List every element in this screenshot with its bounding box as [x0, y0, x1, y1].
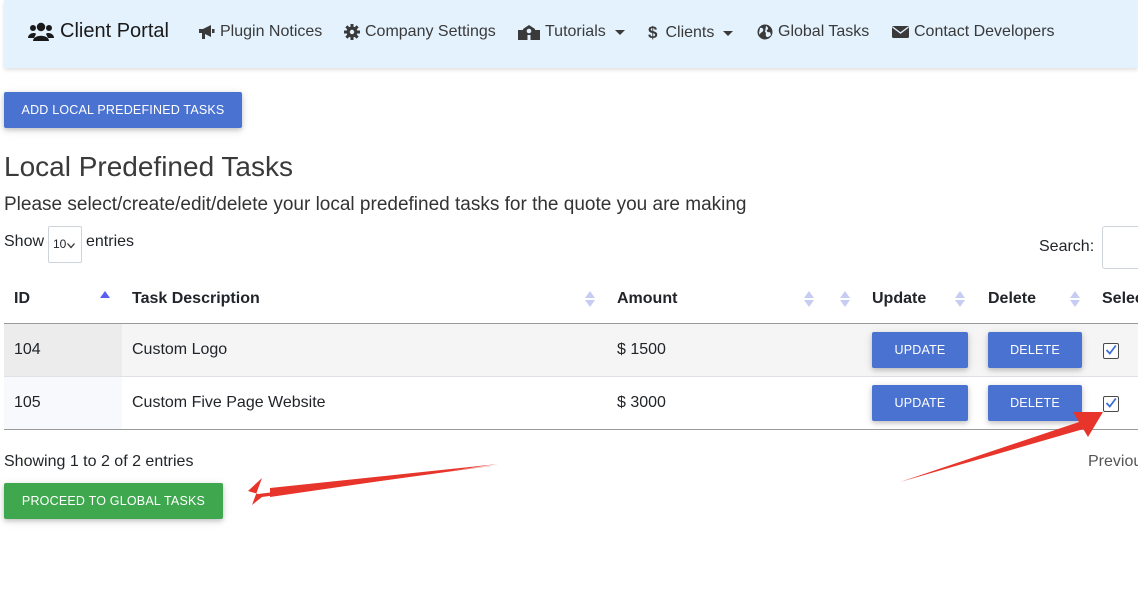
table-row: 104 Custom Logo $ 1500 UPDATE DELETE [4, 324, 1138, 377]
nav-label: Plugin Notices [220, 23, 323, 40]
chevron-down-icon [723, 30, 734, 36]
brand-label: Client Portal [60, 20, 169, 42]
row-id: 104 [14, 341, 41, 358]
column-header-update[interactable]: Update [872, 290, 926, 308]
delete-button[interactable]: DELETE [988, 385, 1082, 421]
table-info: Showing 1 to 2 of 2 entries [4, 453, 194, 470]
row-id: 105 [14, 394, 41, 411]
chevron-down-icon [67, 243, 75, 249]
proceed-to-global-tasks-button[interactable]: PROCEED TO GLOBAL TASKS [4, 483, 223, 519]
nav-tutorials-dropdown[interactable]: Tutorials [518, 23, 625, 41]
annotation-arrow-to-proceed-button [248, 464, 498, 505]
entries-length-value: 10 [53, 237, 67, 251]
delete-button[interactable]: DELETE [988, 332, 1082, 368]
page-subtitle: Please select/create/edit/delete your lo… [4, 194, 747, 215]
nav-label: Clients [665, 24, 715, 41]
add-local-predefined-tasks-button[interactable]: ADD LOCAL PREDEFINED TASKS [4, 92, 242, 128]
previous-page-button[interactable]: Previous [1088, 453, 1138, 471]
globe-icon [757, 24, 773, 40]
row-description: Custom Logo [132, 341, 228, 358]
checkmark-icon [1105, 344, 1117, 355]
search-label: Search: [1039, 238, 1095, 255]
sort-icon[interactable] [585, 291, 595, 309]
update-button[interactable]: UPDATE [872, 385, 968, 421]
row-description: Custom Five Page Website [132, 394, 326, 411]
row-amount: $ 1500 [617, 341, 666, 358]
nav-clients-dropdown[interactable]: $ Clients [648, 23, 734, 43]
column-header-delete[interactable]: Delete [988, 290, 1036, 308]
school-icon [518, 25, 540, 40]
row-amount: $ 3000 [617, 394, 666, 411]
page-title: Local Predefined Tasks [4, 151, 293, 182]
nav-contact-developers[interactable]: Contact Developers [892, 23, 1055, 41]
show-label: Show [4, 233, 45, 250]
nav-global-tasks[interactable]: Global Tasks [757, 23, 869, 41]
column-header-id[interactable]: ID [14, 290, 30, 308]
column-header-amount[interactable]: Amount [617, 290, 677, 308]
nav-label: Contact Developers [914, 23, 1055, 40]
sort-icon[interactable] [804, 291, 814, 309]
top-navbar: Client Portal Plugin Notices Company Set… [4, 0, 1138, 68]
column-header-task-description[interactable]: Task Description [132, 290, 260, 308]
brand-link[interactable]: Client Portal [28, 20, 169, 43]
nav-company-settings[interactable]: Company Settings [344, 23, 496, 41]
entries-label: entries [86, 233, 135, 250]
table-bottom-divider [4, 429, 1138, 430]
nav-label: Global Tasks [778, 23, 870, 40]
update-button[interactable]: UPDATE [872, 332, 968, 368]
nav-label: Company Settings [365, 23, 496, 40]
users-icon [28, 22, 54, 41]
chevron-down-icon [614, 29, 625, 35]
sort-icon[interactable] [1070, 291, 1080, 309]
entries-length-select[interactable]: 10 [48, 226, 82, 263]
nav-plugin-notices[interactable]: Plugin Notices [198, 23, 322, 41]
sort-icon[interactable] [955, 291, 965, 309]
search-input[interactable] [1102, 226, 1138, 269]
table-row: 105 Custom Five Page Website $ 3000 UPDA… [4, 377, 1138, 430]
sort-ascending-icon[interactable] [100, 291, 110, 309]
select-checkbox[interactable] [1103, 396, 1119, 412]
envelope-icon [892, 26, 909, 38]
dollar-icon: $ [648, 23, 658, 42]
checkmark-icon [1105, 397, 1117, 408]
column-header-select[interactable]: Select [1102, 290, 1138, 308]
select-checkbox[interactable] [1103, 343, 1119, 359]
nav-label: Tutorials [545, 23, 606, 40]
bullhorn-icon [199, 25, 215, 39]
sort-icon[interactable] [840, 291, 850, 309]
gear-icon [344, 24, 360, 40]
